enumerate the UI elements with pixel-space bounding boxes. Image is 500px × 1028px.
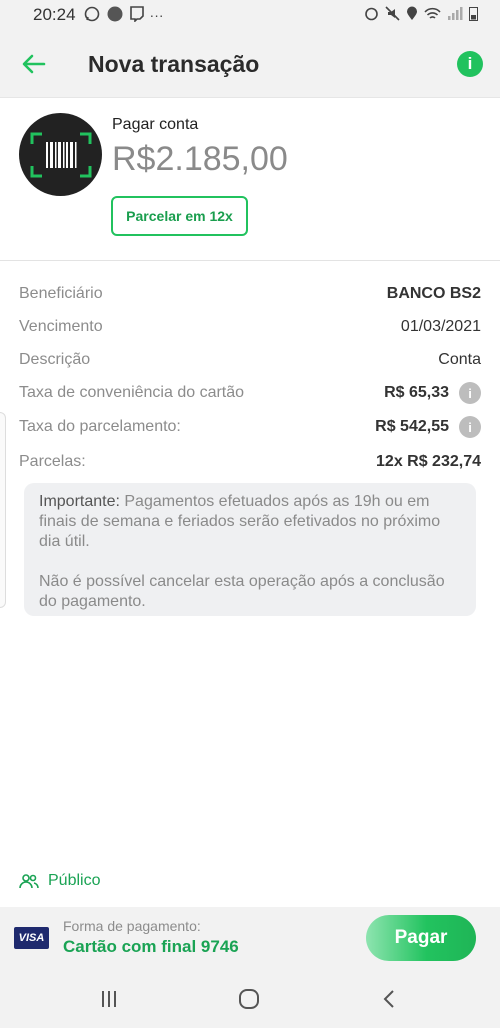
- signal-icon: [447, 6, 463, 24]
- detail-value: 12x R$ 232,74: [376, 453, 481, 470]
- home-icon: [239, 989, 259, 1009]
- detail-key: Beneficiário: [19, 285, 103, 302]
- info-icon[interactable]: i: [459, 416, 481, 438]
- recent-apps-button[interactable]: [94, 985, 124, 1013]
- detail-key: Taxa do parcelamento:: [19, 418, 181, 435]
- whatsapp-icon: [84, 6, 100, 25]
- page-title: Nova transação: [88, 51, 260, 77]
- detail-value: R$ 542,55: [375, 418, 449, 435]
- privacy-label: Público: [48, 872, 101, 889]
- detail-key: Parcelas:: [19, 453, 86, 470]
- detail-row-convenience-fee: Taxa de conveniência do cartão R$ 65,33 …: [19, 378, 481, 408]
- wifi-icon: [424, 7, 441, 24]
- detail-key: Descrição: [19, 351, 91, 368]
- payment-bar: VISA Forma de pagamento: Cartão com fina…: [0, 907, 500, 969]
- notice-paragraph: Não é possível cancelar esta operação ap…: [39, 573, 445, 610]
- transaction-amount: R$2.185,00: [112, 140, 288, 178]
- edge-panel-handle[interactable]: [0, 412, 6, 608]
- app-bar: Nova transação i: [0, 30, 500, 98]
- transaction-type: Pagar conta: [112, 116, 199, 133]
- notice-paragraph: Importante: Pagamentos efetuados após as…: [39, 492, 462, 552]
- detail-value: 01/03/2021: [400, 318, 481, 335]
- recent-apps-icon: [102, 991, 116, 1007]
- detail-row-due-date: Vencimento 01/03/2021: [19, 312, 481, 342]
- back-button[interactable]: [20, 50, 48, 78]
- people-icon: [19, 874, 39, 889]
- barcode-icon: [19, 113, 102, 196]
- info-icon[interactable]: i: [457, 51, 483, 77]
- battery-icon: [469, 6, 478, 24]
- chevron-left-icon: [383, 990, 394, 1008]
- payment-method-label: Forma de pagamento:: [63, 918, 201, 934]
- privacy-selector[interactable]: Público: [19, 872, 100, 890]
- twitch-icon: [129, 5, 144, 25]
- detail-value: R$ 65,33: [384, 384, 449, 401]
- info-icon[interactable]: i: [459, 382, 481, 404]
- more-notifications-icon: ···: [149, 7, 164, 23]
- payment-summary: Pagar conta R$2.185,00 Parcelar em 12x: [0, 98, 500, 261]
- installment-button[interactable]: Parcelar em 12x: [111, 196, 248, 236]
- arrow-left-icon: [22, 54, 46, 74]
- notice-label: Importante:: [39, 493, 120, 510]
- visa-card-icon: VISA: [14, 927, 49, 949]
- home-button[interactable]: [234, 985, 264, 1013]
- detail-key: Taxa de conveniência do cartão: [19, 384, 245, 401]
- alarm-icon: [364, 6, 379, 24]
- detail-value: BANCO BS2: [386, 285, 481, 302]
- status-bar: 20:24 ···: [0, 0, 500, 30]
- system-nav-bar: [0, 969, 500, 1028]
- back-nav-button[interactable]: [374, 985, 404, 1013]
- payment-card-selector[interactable]: Cartão com final 9746: [63, 937, 239, 957]
- detail-row-description: Descrição Conta: [19, 345, 481, 375]
- location-icon: [406, 6, 418, 24]
- detail-row-installment-fee: Taxa do parcelamento: R$ 542,55 i: [19, 412, 481, 442]
- office-app-icon: [106, 6, 124, 25]
- detail-key: Vencimento: [19, 318, 103, 335]
- important-notice: Importante: Pagamentos efetuados após as…: [24, 483, 476, 616]
- pay-button[interactable]: Pagar: [366, 915, 476, 961]
- status-time: 20:24: [33, 5, 76, 24]
- detail-row-beneficiary: Beneficiário BANCO BS2: [19, 279, 481, 309]
- mute-icon: [385, 6, 400, 24]
- detail-row-installments: Parcelas: 12x R$ 232,74: [19, 447, 481, 477]
- detail-value: Conta: [438, 351, 481, 368]
